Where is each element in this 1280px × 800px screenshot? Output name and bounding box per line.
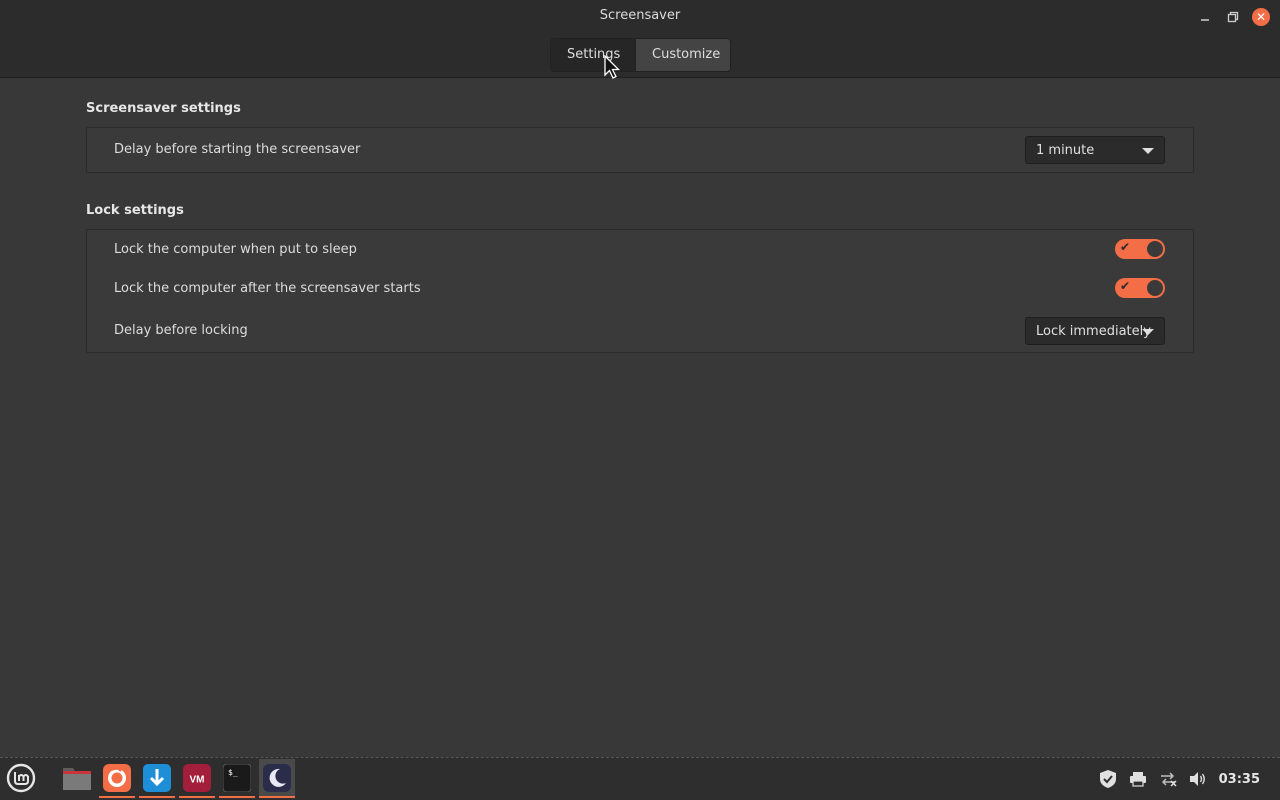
- taskbar-screensaver[interactable]: [259, 759, 295, 798]
- tab-customize[interactable]: Customize: [635, 39, 730, 71]
- close-button[interactable]: ✕: [1250, 6, 1272, 28]
- tray-volume[interactable]: [1183, 764, 1213, 794]
- lock-delay-label: Delay before locking: [114, 323, 248, 338]
- screensaver-settings-panel: Delay before starting the screensaver 1 …: [86, 127, 1194, 173]
- clock[interactable]: 03:35: [1213, 772, 1280, 787]
- network-disconnected-icon: [1160, 772, 1177, 787]
- screensaver-settings-heading: Screensaver settings: [86, 101, 241, 116]
- lock-on-sleep-row: Lock the computer when put to sleep ✔: [87, 230, 1193, 269]
- tray-printer[interactable]: [1123, 764, 1153, 794]
- taskbar-files[interactable]: [59, 759, 95, 797]
- screensaver-icon: [263, 764, 291, 792]
- window-title: Screensaver: [599, 8, 681, 23]
- taskbar: VM $_ 03:35: [0, 757, 1280, 800]
- switch-knob: [1147, 241, 1163, 257]
- restore-icon: [1227, 11, 1239, 23]
- dropdown-arrow-icon: [1142, 329, 1154, 335]
- lock-on-sleep-label: Lock the computer when put to sleep: [114, 242, 357, 257]
- mint-logo-icon: [6, 763, 36, 793]
- lock-after-screensaver-switch[interactable]: ✔: [1115, 278, 1165, 298]
- files-icon: [63, 768, 91, 790]
- taskbar-firefox[interactable]: [99, 759, 135, 798]
- tab-switcher: Settings Customize: [550, 38, 731, 72]
- minimize-button[interactable]: [1194, 6, 1216, 28]
- screensaver-delay-row: Delay before starting the screensaver 1 …: [87, 128, 1193, 172]
- vmware-icon: VM: [183, 764, 211, 792]
- maximize-button[interactable]: [1222, 6, 1244, 28]
- svg-text:$_: $_: [228, 768, 238, 777]
- switch-knob: [1147, 280, 1163, 296]
- tray-network[interactable]: [1153, 764, 1183, 794]
- taskbar-vmware[interactable]: VM: [179, 759, 215, 798]
- lock-after-screensaver-label: Lock the computer after the screensaver …: [114, 281, 421, 296]
- shield-icon: [1099, 770, 1116, 788]
- svg-text:VM: VM: [190, 775, 205, 786]
- close-icon: ✕: [1252, 8, 1270, 26]
- update-manager-icon: [143, 764, 171, 792]
- checkmark-icon: ✔: [1120, 279, 1131, 293]
- menu-button[interactable]: [3, 759, 39, 797]
- dropdown-arrow-icon: [1142, 148, 1154, 154]
- taskbar-terminal[interactable]: $_: [219, 759, 255, 798]
- lock-settings-panel: Lock the computer when put to sleep ✔ Lo…: [86, 229, 1194, 353]
- firefox-icon: [103, 764, 131, 792]
- screensaver-delay-value: 1 minute: [1036, 143, 1095, 158]
- system-tray: 03:35: [1093, 758, 1280, 800]
- header-bar: Screensaver ✕ Settings Customize: [0, 0, 1280, 78]
- screensaver-delay-label: Delay before starting the screensaver: [114, 142, 361, 157]
- tray-shield[interactable]: [1093, 764, 1123, 794]
- window-controls: ✕: [1194, 6, 1272, 28]
- mouse-pointer-icon: [604, 55, 621, 79]
- terminal-icon: $_: [223, 764, 251, 792]
- lock-on-sleep-switch[interactable]: ✔: [1115, 239, 1165, 259]
- lock-settings-heading: Lock settings: [86, 203, 184, 218]
- taskbar-update-manager[interactable]: [139, 759, 175, 798]
- minimize-icon: [1201, 19, 1209, 21]
- lock-delay-dropdown[interactable]: Lock immediately: [1025, 317, 1165, 345]
- lock-after-screensaver-row: Lock the computer after the screensaver …: [87, 269, 1193, 308]
- lock-delay-row: Delay before locking Lock immediately: [87, 308, 1193, 352]
- volume-icon: [1189, 772, 1205, 786]
- lock-delay-value: Lock immediately: [1036, 324, 1151, 339]
- printer-icon: [1129, 772, 1146, 787]
- checkmark-icon: ✔: [1120, 240, 1131, 254]
- screensaver-delay-dropdown[interactable]: 1 minute: [1025, 136, 1165, 164]
